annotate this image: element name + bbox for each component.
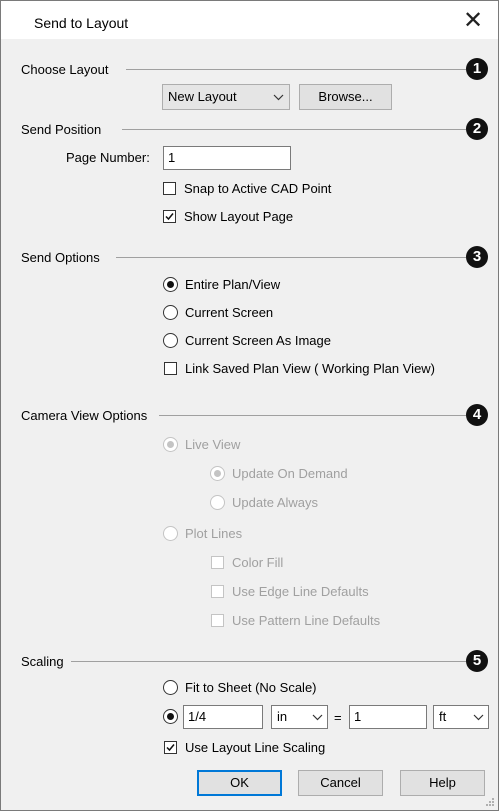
fit-to-sheet-radio[interactable] (163, 680, 178, 695)
color-fill-checkbox[interactable] (211, 556, 224, 569)
use-layout-line-checkbox[interactable] (164, 741, 177, 754)
help-button[interactable]: Help (400, 770, 485, 796)
resize-grip-icon[interactable] (485, 797, 495, 807)
link-saved-checkbox[interactable] (164, 362, 177, 375)
show-layout-checkbox[interactable] (163, 210, 176, 223)
unit-left-value: in (277, 709, 288, 724)
pattern-line-label: Use Pattern Line Defaults (232, 613, 381, 628)
entire-plan-label: Entire Plan/View (185, 277, 281, 292)
callout-number-2: 2 (466, 118, 488, 140)
scale-left-input[interactable]: 1/4 (183, 705, 263, 729)
snap-checkbox[interactable] (163, 182, 176, 195)
title-bar: Send to Layout ✕ (1, 1, 498, 39)
layout-select-value: New Layout (168, 89, 237, 104)
custom-scale-radio[interactable] (163, 709, 178, 724)
ok-button[interactable]: OK (197, 770, 282, 796)
section-divider (126, 69, 466, 70)
check-icon (165, 213, 174, 221)
section-divider (116, 257, 466, 258)
snap-label: Snap to Active CAD Point (184, 181, 332, 196)
choose-layout-label: Choose Layout (21, 62, 109, 77)
use-layout-line-label: Use Layout Line Scaling (185, 740, 326, 755)
current-screen-radio[interactable] (163, 305, 178, 320)
section-divider (71, 661, 466, 662)
plot-lines-radio[interactable] (163, 526, 178, 541)
fit-to-sheet-label: Fit to Sheet (No Scale) (185, 680, 317, 695)
update-on-demand-label: Update On Demand (232, 466, 348, 481)
check-icon (166, 744, 175, 752)
cancel-button[interactable]: Cancel (298, 770, 383, 796)
live-view-label: Live View (185, 437, 241, 452)
browse-button[interactable]: Browse... (299, 84, 392, 110)
equals-sign: = (334, 710, 342, 725)
current-screen-image-radio[interactable] (163, 333, 178, 348)
current-screen-label: Current Screen (185, 305, 274, 320)
page-number-input[interactable]: 1 (163, 146, 291, 170)
close-icon[interactable]: ✕ (453, 5, 493, 35)
pattern-line-checkbox[interactable] (211, 614, 224, 627)
current-screen-image-label: Current Screen As Image (185, 333, 331, 348)
send-options-label: Send Options (21, 250, 100, 265)
window-title: Send to Layout (34, 15, 129, 31)
unit-right-select[interactable]: ft (433, 705, 489, 729)
camera-view-options-label: Camera View Options (21, 408, 148, 423)
chevron-down-icon (312, 714, 323, 721)
chevron-down-icon (473, 714, 484, 721)
entire-plan-radio[interactable] (163, 277, 178, 292)
update-always-label: Update Always (232, 495, 318, 510)
update-always-radio[interactable] (210, 495, 225, 510)
callout-number-3: 3 (466, 246, 488, 268)
send-to-layout-dialog: Send to Layout ✕ Choose Layout 1 New Lay… (0, 0, 499, 811)
color-fill-label: Color Fill (232, 555, 284, 570)
scale-right-input[interactable]: 1 (349, 705, 427, 729)
live-view-radio[interactable] (163, 437, 178, 452)
update-on-demand-radio[interactable] (210, 466, 225, 481)
link-saved-label: Link Saved Plan View ( Working Plan View… (185, 361, 436, 376)
callout-number-5: 5 (466, 650, 488, 672)
show-layout-label: Show Layout Page (184, 209, 294, 224)
send-position-label: Send Position (21, 122, 102, 137)
page-number-label: Page Number: (66, 150, 150, 165)
callout-number-4: 4 (466, 404, 488, 426)
chevron-down-icon (273, 94, 284, 101)
edge-line-checkbox[interactable] (211, 585, 224, 598)
plot-lines-label: Plot Lines (185, 526, 243, 541)
section-divider (159, 415, 466, 416)
layout-select[interactable]: New Layout (162, 84, 290, 110)
unit-right-value: ft (439, 709, 447, 724)
unit-left-select[interactable]: in (271, 705, 328, 729)
callout-number-1: 1 (466, 58, 488, 80)
edge-line-label: Use Edge Line Defaults (232, 584, 369, 599)
scaling-label: Scaling (21, 654, 64, 669)
section-divider (122, 129, 466, 130)
